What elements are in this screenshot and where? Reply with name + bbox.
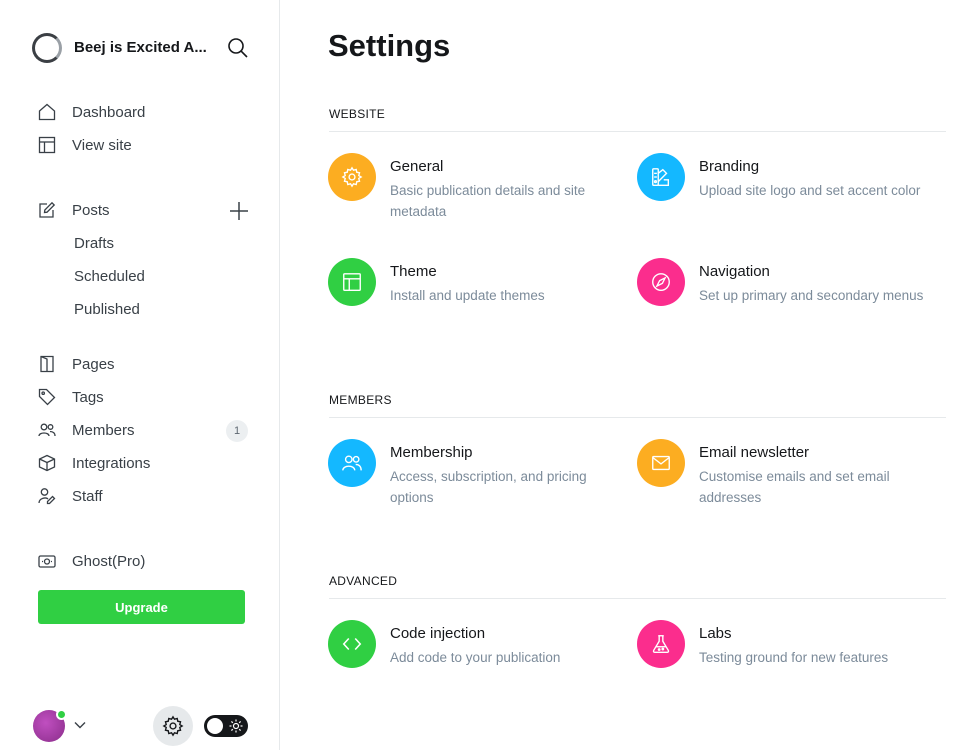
section-advanced-label: ADVANCED xyxy=(329,574,398,588)
gear-icon xyxy=(162,715,184,737)
site-logo-icon[interactable] xyxy=(32,33,62,63)
nav-drafts[interactable]: Drafts xyxy=(74,235,114,252)
navigation-icon-circle xyxy=(637,258,685,306)
card-branding-title: Branding xyxy=(699,158,760,175)
nav-members[interactable]: Members xyxy=(38,418,135,442)
sidebar: Beej is Excited A... Dashboard View site… xyxy=(0,0,280,750)
nav-integrations[interactable]: Integrations xyxy=(38,451,150,475)
nav-tags[interactable]: Tags xyxy=(38,385,104,409)
card-membership-desc: Access, subscription, and pricing option… xyxy=(390,469,587,505)
labs-icon-circle xyxy=(637,620,685,668)
card-code-injection[interactable]: Code injection Add code to your publicat… xyxy=(328,620,608,690)
nav-staff[interactable]: Staff xyxy=(38,484,103,508)
gear-icon xyxy=(341,166,363,188)
site-title[interactable]: Beej is Excited A... xyxy=(74,39,207,56)
nav-posts-label: Posts xyxy=(72,201,110,219)
nav-members-label: Members xyxy=(72,421,135,439)
card-branding[interactable]: Branding Upload site logo and set accent… xyxy=(637,153,920,223)
palette-icon xyxy=(650,166,672,188)
layout-icon xyxy=(38,136,56,154)
dark-mode-toggle[interactable] xyxy=(204,715,248,737)
theme-icon-circle xyxy=(328,258,376,306)
search-icon[interactable] xyxy=(226,36,250,60)
card-labs-desc: Testing ground for new features xyxy=(699,650,889,665)
nav-view-site[interactable]: View site xyxy=(38,133,132,157)
section-members-label: MEMBERS xyxy=(329,393,392,407)
section-website-label: WEBSITE xyxy=(329,107,386,121)
nav-dashboard-label: Dashboard xyxy=(72,103,146,121)
card-general-desc: Basic publication details and site metad… xyxy=(390,183,586,219)
layout-icon xyxy=(341,271,363,293)
nav-pages-label: Pages xyxy=(72,355,115,373)
nav-posts[interactable]: Posts xyxy=(38,198,110,222)
members-count-badge: 1 xyxy=(226,420,248,442)
card-code-injection-desc: Add code to your publication xyxy=(390,650,561,665)
settings-gear-button[interactable] xyxy=(153,706,193,746)
nav-integrations-label: Integrations xyxy=(72,454,151,472)
nav-ghost-pro[interactable]: Ghost(Pro) xyxy=(38,549,145,573)
card-navigation-title: Navigation xyxy=(699,263,770,280)
card-email-newsletter[interactable]: Email newsletter Customise emails and se… xyxy=(637,439,917,509)
code-icon xyxy=(341,633,363,655)
online-status-dot xyxy=(56,709,67,720)
card-navigation[interactable]: Navigation Set up primary and secondary … xyxy=(637,258,923,328)
members-icon xyxy=(341,452,363,474)
card-email-newsletter-title: Email newsletter xyxy=(699,444,810,461)
chevron-down-icon[interactable] xyxy=(73,718,87,732)
code-injection-icon-circle xyxy=(328,620,376,668)
card-theme-title: Theme xyxy=(390,263,437,280)
flask-icon xyxy=(650,633,672,655)
page-icon xyxy=(38,355,56,373)
membership-icon-circle xyxy=(328,439,376,487)
nav-published[interactable]: Published xyxy=(74,301,140,318)
envelope-icon xyxy=(650,452,672,474)
card-email-newsletter-desc: Customise emails and set email addresses xyxy=(699,469,890,505)
card-branding-desc: Upload site logo and set accent color xyxy=(699,183,921,198)
compass-icon xyxy=(650,271,672,293)
pencil-icon xyxy=(38,201,56,219)
ghost-pro-icon xyxy=(38,552,56,570)
site-header: Beej is Excited A... xyxy=(32,33,252,63)
nav-tags-label: Tags xyxy=(72,388,104,406)
staff-icon xyxy=(38,487,56,505)
card-labs[interactable]: Labs Testing ground for new features xyxy=(637,620,917,690)
card-general[interactable]: General Basic publication details and si… xyxy=(328,153,608,223)
card-general-title: General xyxy=(390,158,444,175)
section-divider xyxy=(329,131,946,132)
card-labs-title: Labs xyxy=(699,625,732,642)
nav-scheduled[interactable]: Scheduled xyxy=(74,268,145,285)
upgrade-button[interactable]: Upgrade xyxy=(38,590,245,624)
new-post-plus-icon[interactable] xyxy=(228,200,250,222)
card-theme[interactable]: Theme Install and update themes xyxy=(328,258,608,328)
home-icon xyxy=(38,103,56,121)
nav-dashboard[interactable]: Dashboard xyxy=(38,100,145,124)
nav-staff-label: Staff xyxy=(72,487,103,505)
card-navigation-desc: Set up primary and secondary menus xyxy=(699,288,924,303)
toggle-knob xyxy=(207,718,223,734)
card-membership[interactable]: Membership Access, subscription, and pri… xyxy=(328,439,608,509)
section-divider xyxy=(329,598,946,599)
branding-icon-circle xyxy=(637,153,685,201)
nav-view-site-label: View site xyxy=(72,136,132,154)
section-divider xyxy=(329,417,946,418)
nav-ghost-pro-label: Ghost(Pro) xyxy=(72,552,146,570)
card-membership-title: Membership xyxy=(390,444,473,461)
card-theme-desc: Install and update themes xyxy=(390,288,545,303)
nav-pages[interactable]: Pages xyxy=(38,352,115,376)
members-icon xyxy=(38,421,56,439)
general-icon-circle xyxy=(328,153,376,201)
page-title: Settings xyxy=(328,28,451,63)
cube-icon xyxy=(38,454,56,472)
card-code-injection-title: Code injection xyxy=(390,625,486,642)
sun-icon xyxy=(229,719,243,733)
email-newsletter-icon-circle xyxy=(637,439,685,487)
tag-icon xyxy=(38,388,56,406)
